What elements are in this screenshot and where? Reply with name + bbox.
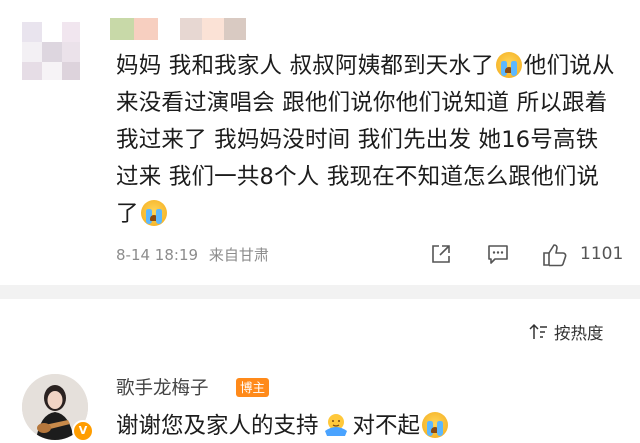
reply-text-part-1: 谢谢您及家人的支持 [116,413,319,439]
sort-label: 按热度 [554,324,604,343]
author-tag-badge: 博主 [236,378,270,397]
crying-face-icon [495,52,522,78]
commenter-avatar-blurred[interactable] [22,22,80,80]
hug-icon [323,413,349,437]
commenter-name-blurred[interactable] [110,14,250,44]
crying-face-icon [422,412,449,438]
crying-face-icon [140,200,167,226]
sort-icon [529,323,547,339]
reply-text-part-2: 对不起 [352,413,421,439]
comment-body: 妈妈 我和我家人 叔叔阿姨都到天水了 他们说从来没看过演唱会 跟他们说你他们说知道… [116,48,616,233]
comment-location: 来自甘肃 [208,246,269,264]
comment-text-part-1: 妈妈 我和我家人 叔叔阿姨都到天水了 [116,53,494,79]
section-divider [0,285,640,299]
comment-icon[interactable] [487,243,509,265]
like-count: 1101 [580,244,624,264]
verified-badge-icon: V [72,420,94,442]
reply-body: 谢谢您及家人的支持 对不起 [116,408,450,440]
author-name[interactable]: 歌手龙梅子 [116,374,209,400]
comment-text-part-2: 他们说从来没看过演唱会 跟他们说你他们说知道 所以跟着我过来了 我妈妈没时间 我… [116,53,615,227]
share-icon[interactable] [430,243,452,265]
sort-by-popularity-button[interactable]: 按热度 [528,320,604,344]
like-thumb-icon[interactable] [542,243,568,267]
comment-date: 8-14 18:19 [116,246,199,264]
comment-meta: 8-14 18:19 来自甘肃 [116,244,275,265]
